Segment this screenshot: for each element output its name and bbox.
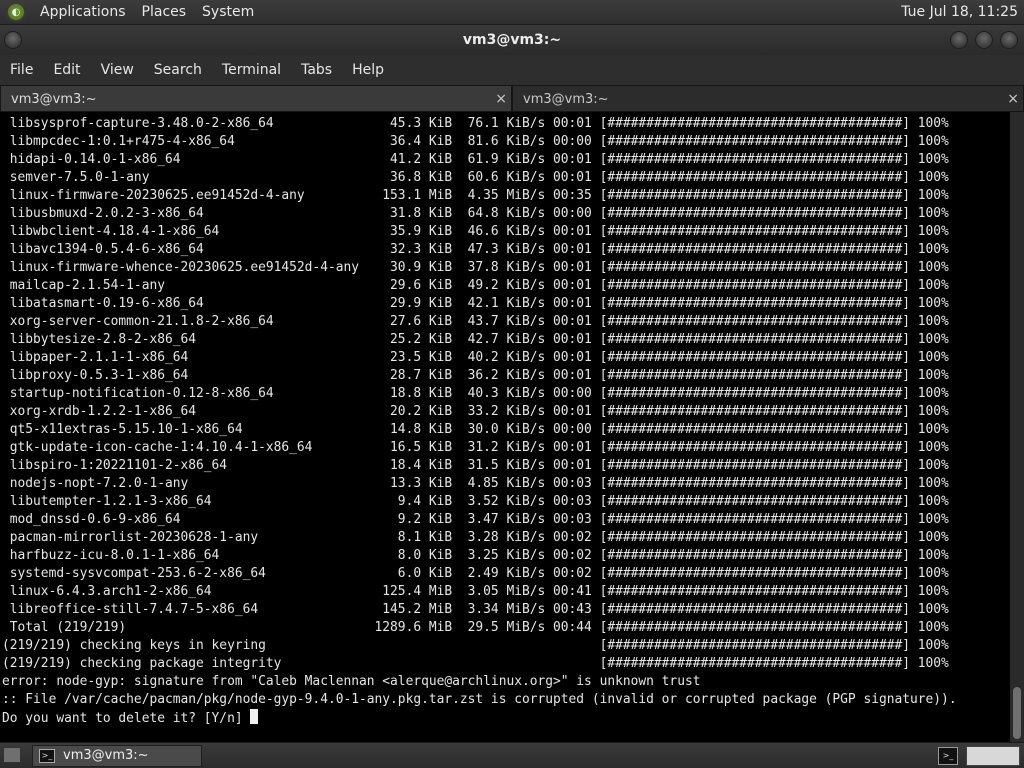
terminal-line: hidapi-0.14.0-1-x86_64 41.2 KiB 61.9 KiB…: [2, 152, 949, 167]
menubar: File Edit View Search Terminal Tabs Help: [0, 55, 1024, 85]
terminal-tray-icon[interactable]: >_: [938, 747, 958, 765]
terminal-line: libspiro-1:20221101-2-x86_64 18.4 KiB 31…: [2, 458, 949, 473]
terminal-line: libreoffice-still-7.4.7-5-x86_64 145.2 M…: [2, 602, 949, 617]
terminal-line: libavc1394-0.5.4-6-x86_64 32.3 KiB 47.3 …: [2, 242, 949, 257]
tab-bar: vm3@vm3:~ × vm3@vm3:~ ×: [0, 85, 1024, 112]
terminal-line: startup-notification-0.12-8-x86_64 18.8 …: [2, 386, 949, 401]
minimize-icon[interactable]: [950, 31, 968, 49]
bottom-panel: >_ vm3@vm3:~ >_: [0, 742, 1024, 768]
clock[interactable]: Tue Jul 18, 11:25: [901, 4, 1018, 20]
window-title: vm3@vm3:~: [462, 32, 562, 48]
terminal-line: linux-firmware-whence-20230625.ee91452d-…: [2, 260, 949, 275]
menu-help[interactable]: Help: [342, 62, 394, 78]
menu-applications[interactable]: Applications: [32, 4, 134, 20]
terminal-line: mailcap-2.1.54-1-any 29.6 KiB 49.2 KiB/s…: [2, 278, 949, 293]
tab-label: vm3@vm3:~: [523, 92, 609, 107]
top-panel: ◐ Applications Places System Tue Jul 18,…: [0, 0, 1024, 25]
gnome-logo-icon[interactable]: ◐: [6, 2, 26, 22]
terminal-line: libbytesize-2.8-2-x86_64 25.2 KiB 42.7 K…: [2, 332, 949, 347]
terminal-line: nodejs-nopt-7.2.0-1-any 13.3 KiB 4.85 Ki…: [2, 476, 949, 491]
terminal-line: libatasmart-0.19-6-x86_64 29.9 KiB 42.1 …: [2, 296, 949, 311]
terminal-line: libproxy-0.5.3-1-x86_64 28.7 KiB 36.2 Ki…: [2, 368, 949, 383]
terminal-line: libpaper-2.1.1-1-x86_64 23.5 KiB 40.2 Ki…: [2, 350, 949, 365]
menu-tabs[interactable]: Tabs: [291, 62, 342, 78]
menu-view[interactable]: View: [91, 62, 144, 78]
menu-terminal[interactable]: Terminal: [212, 62, 291, 78]
terminal-line: xorg-xrdb-1.2.2-1-x86_64 20.2 KiB 33.2 K…: [2, 404, 949, 419]
taskbar-window-label: vm3@vm3:~: [63, 748, 149, 763]
terminal-line: semver-7.5.0-1-any 36.8 KiB 60.6 KiB/s 0…: [2, 170, 949, 185]
terminal-line: gtk-update-icon-cache-1:4.10.4-1-x86_64 …: [2, 440, 949, 455]
terminal-line: pacman-mirrorlist-20230628-1-any 8.1 KiB…: [2, 530, 949, 545]
show-desktop-icon[interactable]: [3, 747, 21, 763]
terminal-line: Do you want to delete it? [Y/n]: [2, 709, 1010, 727]
terminal-line: xorg-server-common-21.1.8-2-x86_64 27.6 …: [2, 314, 949, 329]
terminal-line: linux-firmware-20230625.ee91452d-4-any 1…: [2, 188, 949, 203]
terminal-output[interactable]: libsysprof-capture-3.48.0-2-x86_64 45.3 …: [0, 112, 1010, 742]
taskbar-window-button[interactable]: >_ vm3@vm3:~: [32, 745, 202, 767]
window-titlebar[interactable]: vm3@vm3:~: [0, 25, 1024, 55]
terminal-line: libwbclient-4.18.4-1-x86_64 35.9 KiB 46.…: [2, 224, 949, 239]
scrollbar-thumb[interactable]: [1013, 687, 1021, 739]
terminal-line: libusbmuxd-2.0.2-3-x86_64 31.8 KiB 64.8 …: [2, 206, 949, 221]
terminal-line: libutempter-1.2.1-3-x86_64 9.4 KiB 3.52 …: [2, 494, 949, 509]
close-icon[interactable]: [1000, 31, 1018, 49]
maximize-icon[interactable]: [975, 31, 993, 49]
terminal-line: harfbuzz-icu-8.0.1-1-x86_64 8.0 KiB 3.25…: [2, 548, 949, 563]
terminal-cursor: [250, 709, 259, 724]
workspace-switcher[interactable]: [966, 746, 1020, 766]
menu-places[interactable]: Places: [134, 4, 195, 20]
tab-label: vm3@vm3:~: [11, 92, 97, 107]
terminal-icon: >_: [39, 749, 55, 763]
menu-search[interactable]: Search: [144, 62, 212, 78]
terminal-line: libmpcdec-1:0.1+r475-4-x86_64 36.4 KiB 8…: [2, 134, 949, 149]
terminal-line: qt5-x11extras-5.15.10-1-x86_64 14.8 KiB …: [2, 422, 949, 437]
menu-edit[interactable]: Edit: [43, 62, 90, 78]
terminal-line: libsysprof-capture-3.48.0-2-x86_64 45.3 …: [2, 116, 949, 131]
menu-file[interactable]: File: [0, 62, 43, 78]
terminal-line: :: File /var/cache/pacman/pkg/node-gyp-9…: [2, 692, 957, 707]
terminal-line: Total (219/219) 1289.6 MiB 29.5 MiB/s 00…: [2, 620, 949, 635]
window-menu-icon[interactable]: [4, 31, 22, 49]
terminal-line: (219/219) checking keys in keyring [####…: [2, 638, 949, 653]
terminal-line: error: node-gyp: signature from "Caleb M…: [2, 674, 701, 689]
terminal-line: mod_dnssd-0.6-9-x86_64 9.2 KiB 3.47 KiB/…: [2, 512, 949, 527]
tab-close-icon[interactable]: ×: [1007, 86, 1019, 113]
terminal-line: (219/219) checking package integrity [##…: [2, 656, 949, 671]
menu-system[interactable]: System: [194, 4, 262, 20]
tab-2[interactable]: vm3@vm3:~ ×: [512, 85, 1024, 112]
terminal-line: systemd-sysvcompat-253.6-2-x86_64 6.0 Ki…: [2, 566, 949, 581]
tab-1[interactable]: vm3@vm3:~ ×: [0, 85, 512, 112]
terminal-scrollbar[interactable]: [1010, 112, 1024, 742]
terminal-line: linux-6.4.3.arch1-2-x86_64 125.4 MiB 3.0…: [2, 584, 949, 599]
tab-close-icon[interactable]: ×: [495, 86, 507, 113]
